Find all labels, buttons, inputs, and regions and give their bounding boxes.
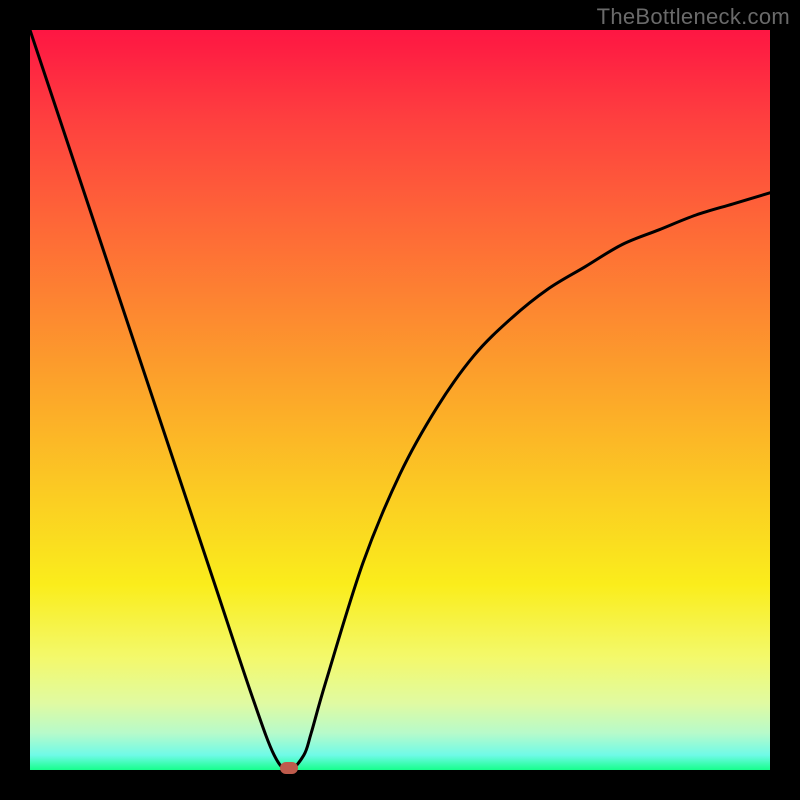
optimal-marker — [280, 762, 298, 774]
plot-gradient-background — [30, 30, 770, 770]
watermark-text: TheBottleneck.com — [597, 4, 790, 30]
chart-container: TheBottleneck.com — [0, 0, 800, 800]
